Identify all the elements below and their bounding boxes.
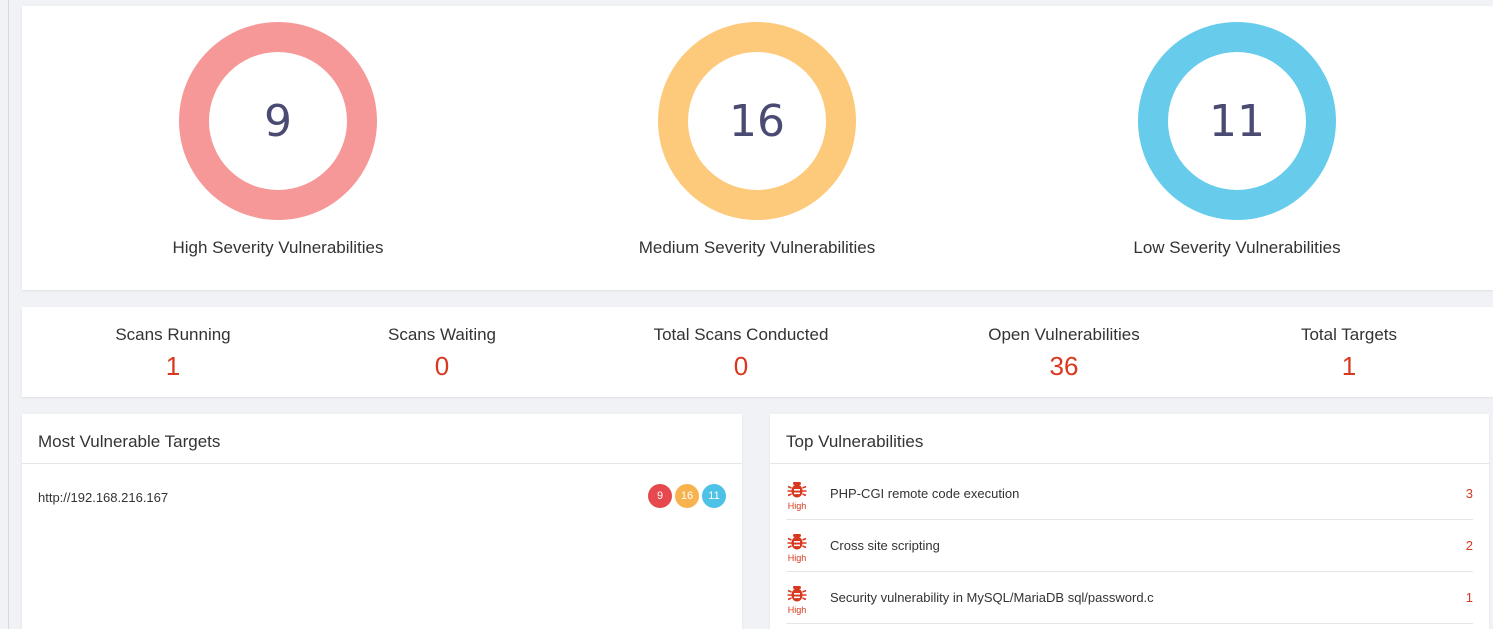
target-row[interactable]: http://192.168.216.167 9 16 11	[38, 484, 726, 510]
high-severity-label: High Severity Vulnerabilities	[172, 238, 384, 257]
most-vulnerable-targets-panel: Most Vulnerable Targets http://192.168.2…	[22, 414, 742, 629]
vulnerability-name-link[interactable]: Security vulnerability in MySQL/MariaDB …	[830, 590, 1154, 605]
stat-scans-waiting[interactable]: Scans Waiting 0	[322, 325, 562, 382]
high-count-badge: 9	[648, 484, 672, 508]
bug-icon	[787, 534, 807, 550]
low-severity-donut: 11	[1138, 22, 1336, 220]
bug-icon	[787, 482, 807, 498]
top-vulnerabilities-panel: Top Vulnerabilities High PHP-CGI remote …	[770, 414, 1489, 629]
vulnerability-count: 3	[1465, 486, 1473, 501]
stat-label: Total Targets	[1300, 325, 1398, 344]
stat-label: Total Scans Conducted	[653, 325, 829, 344]
low-count-badge: 11	[702, 484, 726, 508]
severity-badges: 9 16 11	[648, 484, 726, 508]
vulnerability-count: 2	[1465, 538, 1473, 553]
severity-indicator: High	[786, 532, 808, 563]
low-severity-label: Low Severity Vulnerabilities	[1133, 238, 1341, 257]
vulnerability-row[interactable]: High Security vulnerability in MySQL/Mar…	[786, 572, 1473, 624]
target-url-link[interactable]: http://192.168.216.167	[38, 490, 168, 505]
severity-indicator: High	[786, 480, 808, 511]
stat-label: Scans Running	[115, 325, 231, 344]
medium-severity-label: Medium Severity Vulnerabilities	[638, 238, 876, 257]
high-severity-donut: 9	[179, 22, 377, 220]
vulnerability-count: 1	[1465, 590, 1473, 605]
severity-text: High	[787, 553, 807, 563]
stat-value: 1	[165, 351, 181, 381]
stat-value: 0	[733, 351, 749, 381]
stat-label: Scans Waiting	[387, 325, 497, 344]
stat-total-targets[interactable]: Total Targets 1	[1229, 325, 1469, 382]
panel-title: Most Vulnerable Targets	[22, 414, 742, 464]
stat-scans-running[interactable]: Scans Running 1	[53, 325, 293, 382]
medium-count-badge: 16	[675, 484, 699, 508]
vulnerability-name-link[interactable]: PHP-CGI remote code execution	[830, 486, 1019, 501]
bug-icon	[787, 586, 807, 602]
high-severity-count: 9	[209, 52, 347, 190]
scan-stats-card: Scans Running 1 Scans Waiting 0 Total Sc…	[22, 307, 1493, 397]
stat-total-scans[interactable]: Total Scans Conducted 0	[621, 325, 861, 382]
stat-value: 36	[1049, 351, 1079, 381]
severity-indicator: High	[786, 584, 808, 615]
medium-severity-count: 16	[688, 52, 826, 190]
stat-open-vulnerabilities[interactable]: Open Vulnerabilities 36	[944, 325, 1184, 382]
severity-summary-card: 9 High Severity Vulnerabilities 16 Mediu…	[22, 6, 1493, 290]
vulnerability-row[interactable]: High PHP-CGI remote code execution 3	[786, 468, 1473, 520]
sidebar-divider	[8, 0, 9, 629]
severity-text: High	[787, 605, 807, 615]
low-severity-widget[interactable]: 11 Low Severity Vulnerabilities	[1067, 22, 1407, 258]
vulnerability-row[interactable]: High Cross site scripting 2	[786, 520, 1473, 572]
panel-title: Top Vulnerabilities	[770, 414, 1489, 464]
high-severity-widget[interactable]: 9 High Severity Vulnerabilities	[108, 22, 448, 258]
vulnerability-name-link[interactable]: Cross site scripting	[830, 538, 940, 553]
stat-value: 1	[1341, 351, 1357, 381]
medium-severity-donut: 16	[658, 22, 856, 220]
stat-label: Open Vulnerabilities	[988, 325, 1140, 344]
severity-text: High	[787, 501, 807, 511]
stat-value: 0	[434, 351, 450, 381]
low-severity-count: 11	[1168, 52, 1306, 190]
medium-severity-widget[interactable]: 16 Medium Severity Vulnerabilities	[587, 22, 927, 258]
